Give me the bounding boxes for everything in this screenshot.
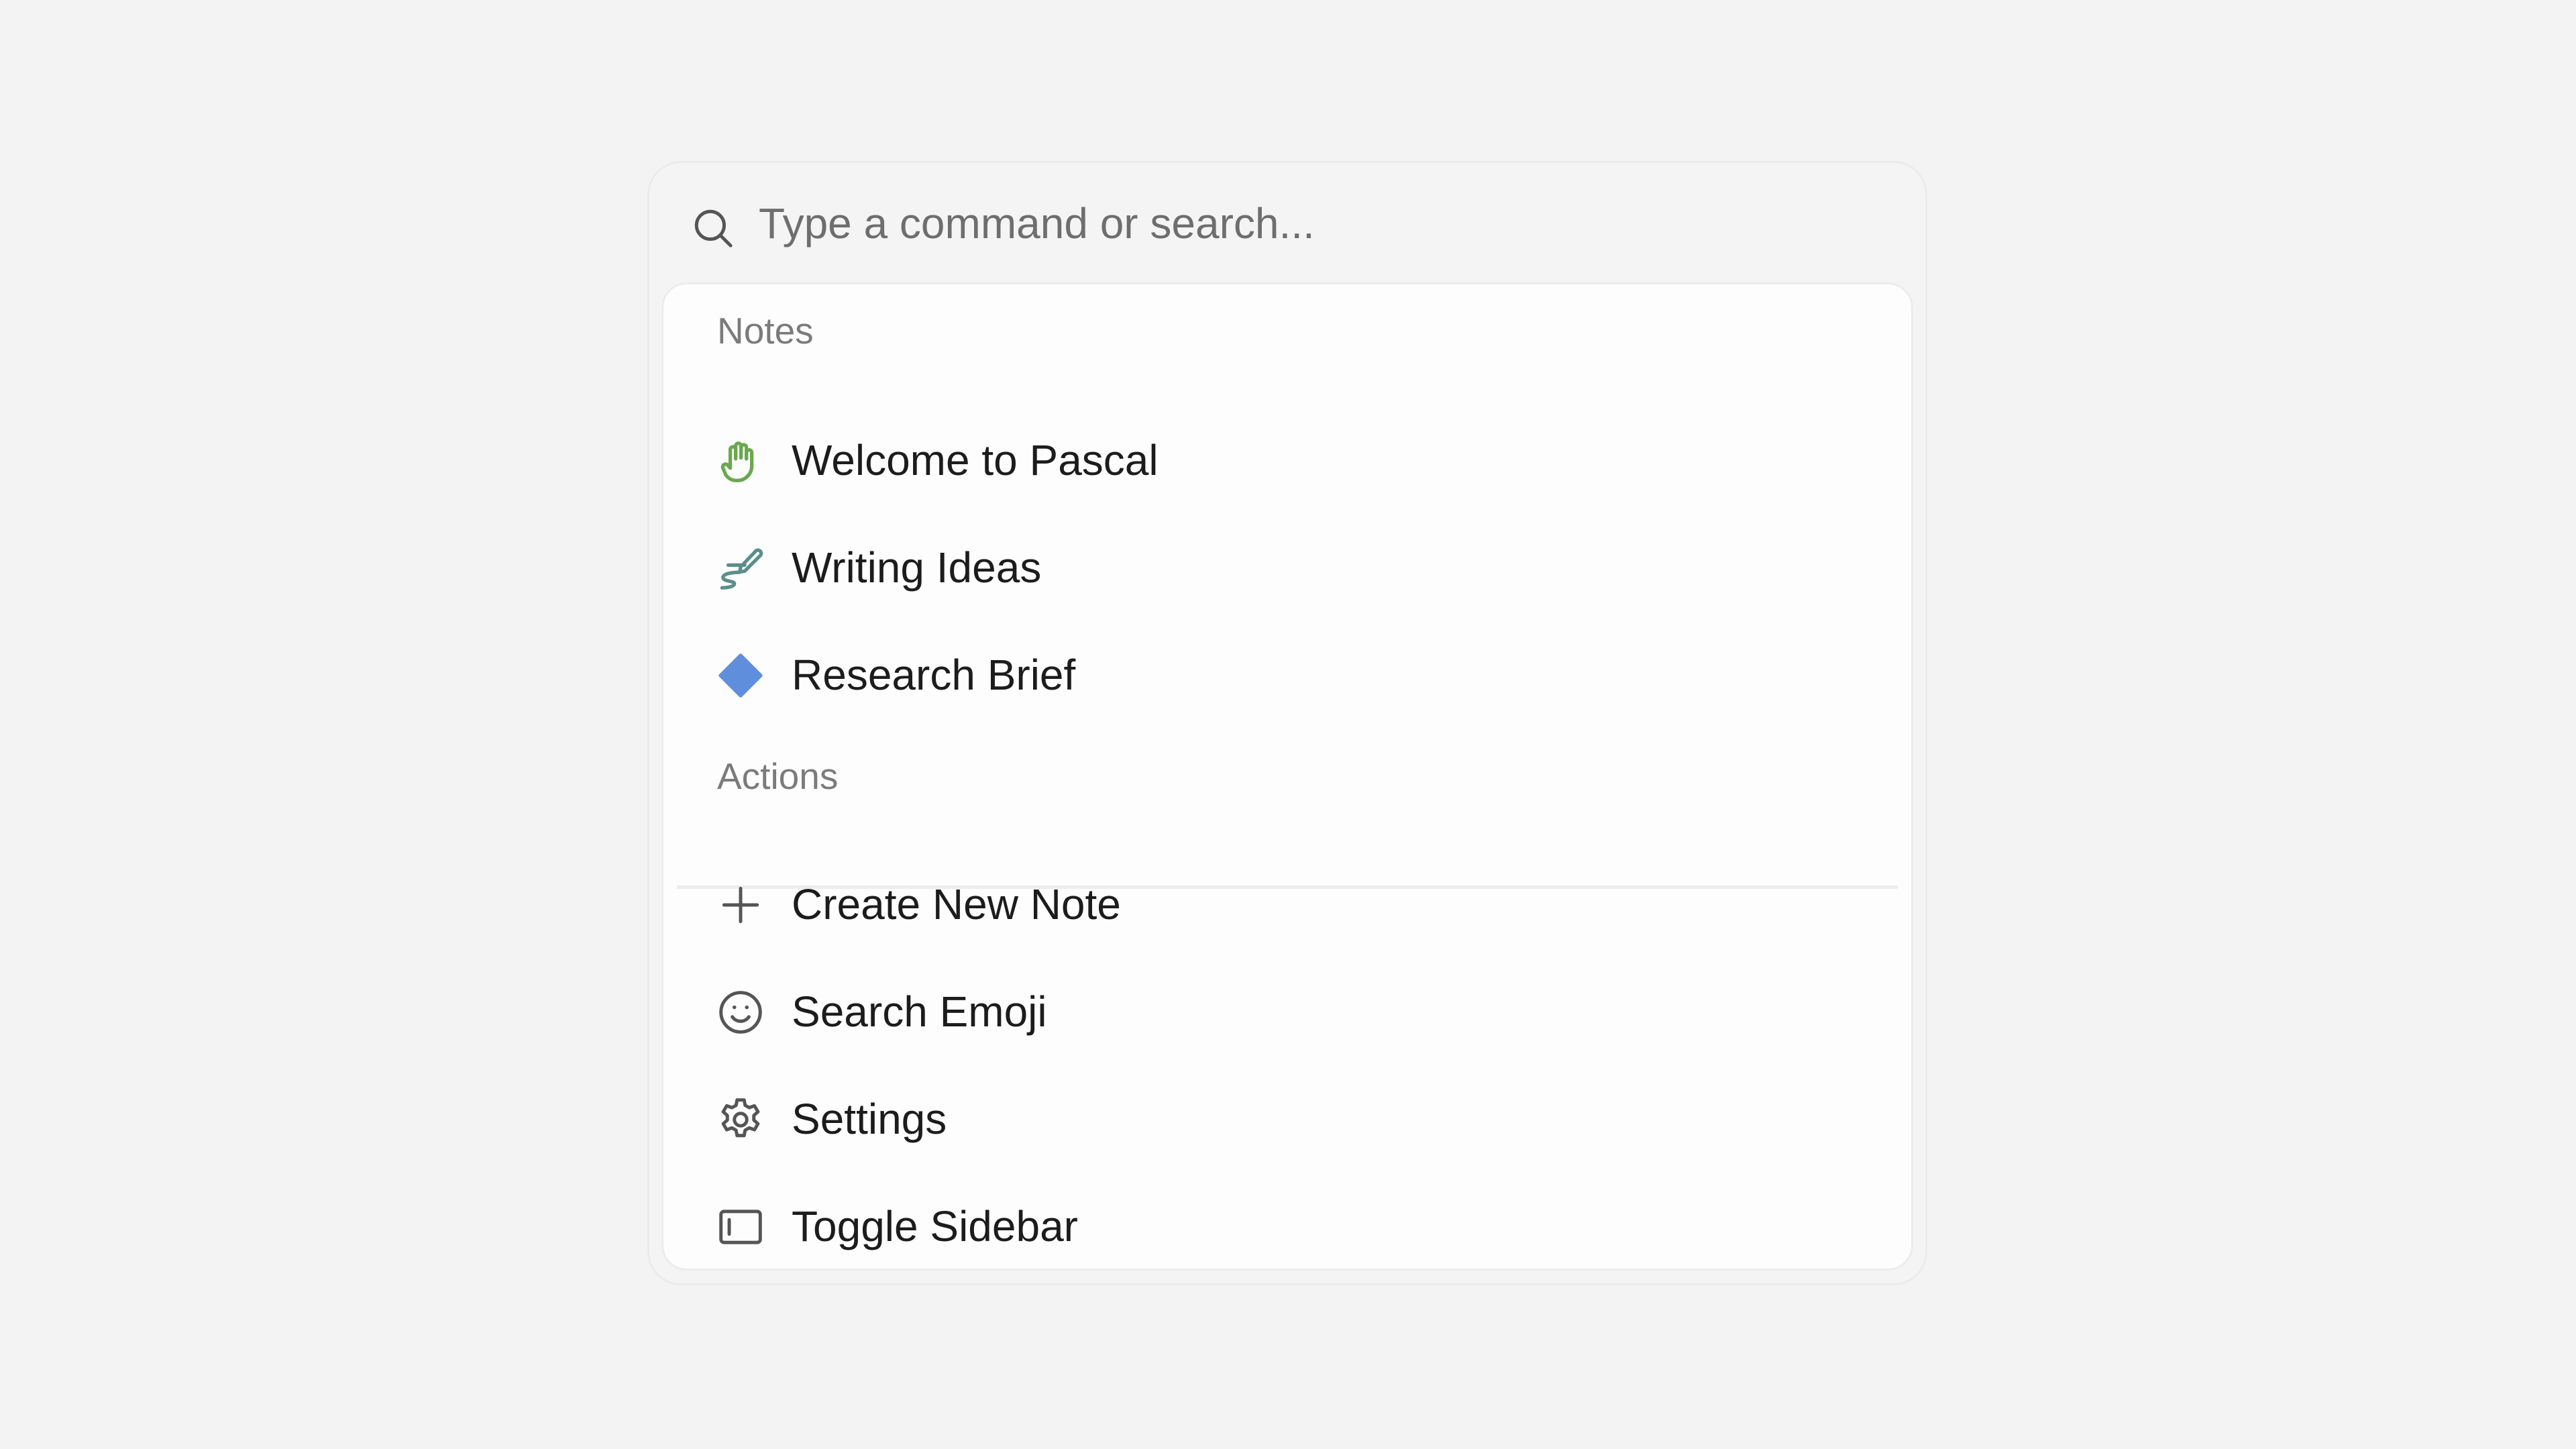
results-panel: Notes Welcome to Pascal Writing Ideas Re… (661, 282, 1913, 1271)
note-item-research-brief[interactable]: Research Brief (663, 620, 1911, 727)
group-label-notes: Notes (717, 310, 814, 352)
note-item-writing-ideas[interactable]: Writing Ideas (663, 513, 1911, 620)
note-label: Writing Ideas (792, 543, 1042, 592)
search-icon (691, 206, 735, 250)
action-item-create-new-note[interactable]: Create New Note (663, 849, 1911, 957)
group-label-actions: Actions (717, 755, 839, 797)
action-label: Toggle Sidebar (792, 1202, 1078, 1250)
hand-wave-icon (716, 436, 765, 486)
note-label: Research Brief (792, 651, 1076, 699)
search-bar (649, 163, 1925, 282)
plus-icon (716, 880, 765, 930)
action-label: Settings (792, 1095, 947, 1143)
diamond-icon (716, 651, 765, 700)
action-item-settings[interactable]: Settings (663, 1064, 1911, 1171)
gear-icon (716, 1095, 765, 1144)
note-label: Welcome to Pascal (792, 436, 1159, 484)
action-label: Search Emoji (792, 987, 1047, 1036)
action-item-search-emoji[interactable]: Search Emoji (663, 957, 1911, 1064)
brush-icon (716, 543, 765, 593)
note-item-welcome-to-pascal[interactable]: Welcome to Pascal (663, 405, 1911, 513)
search-input[interactable] (759, 190, 1886, 257)
action-item-toggle-sidebar[interactable]: Toggle Sidebar (663, 1171, 1911, 1279)
smiley-icon (716, 987, 765, 1037)
sidebar-icon (716, 1202, 765, 1252)
action-label: Create New Note (792, 880, 1121, 928)
command-palette: Notes Welcome to Pascal Writin (647, 161, 1927, 1285)
